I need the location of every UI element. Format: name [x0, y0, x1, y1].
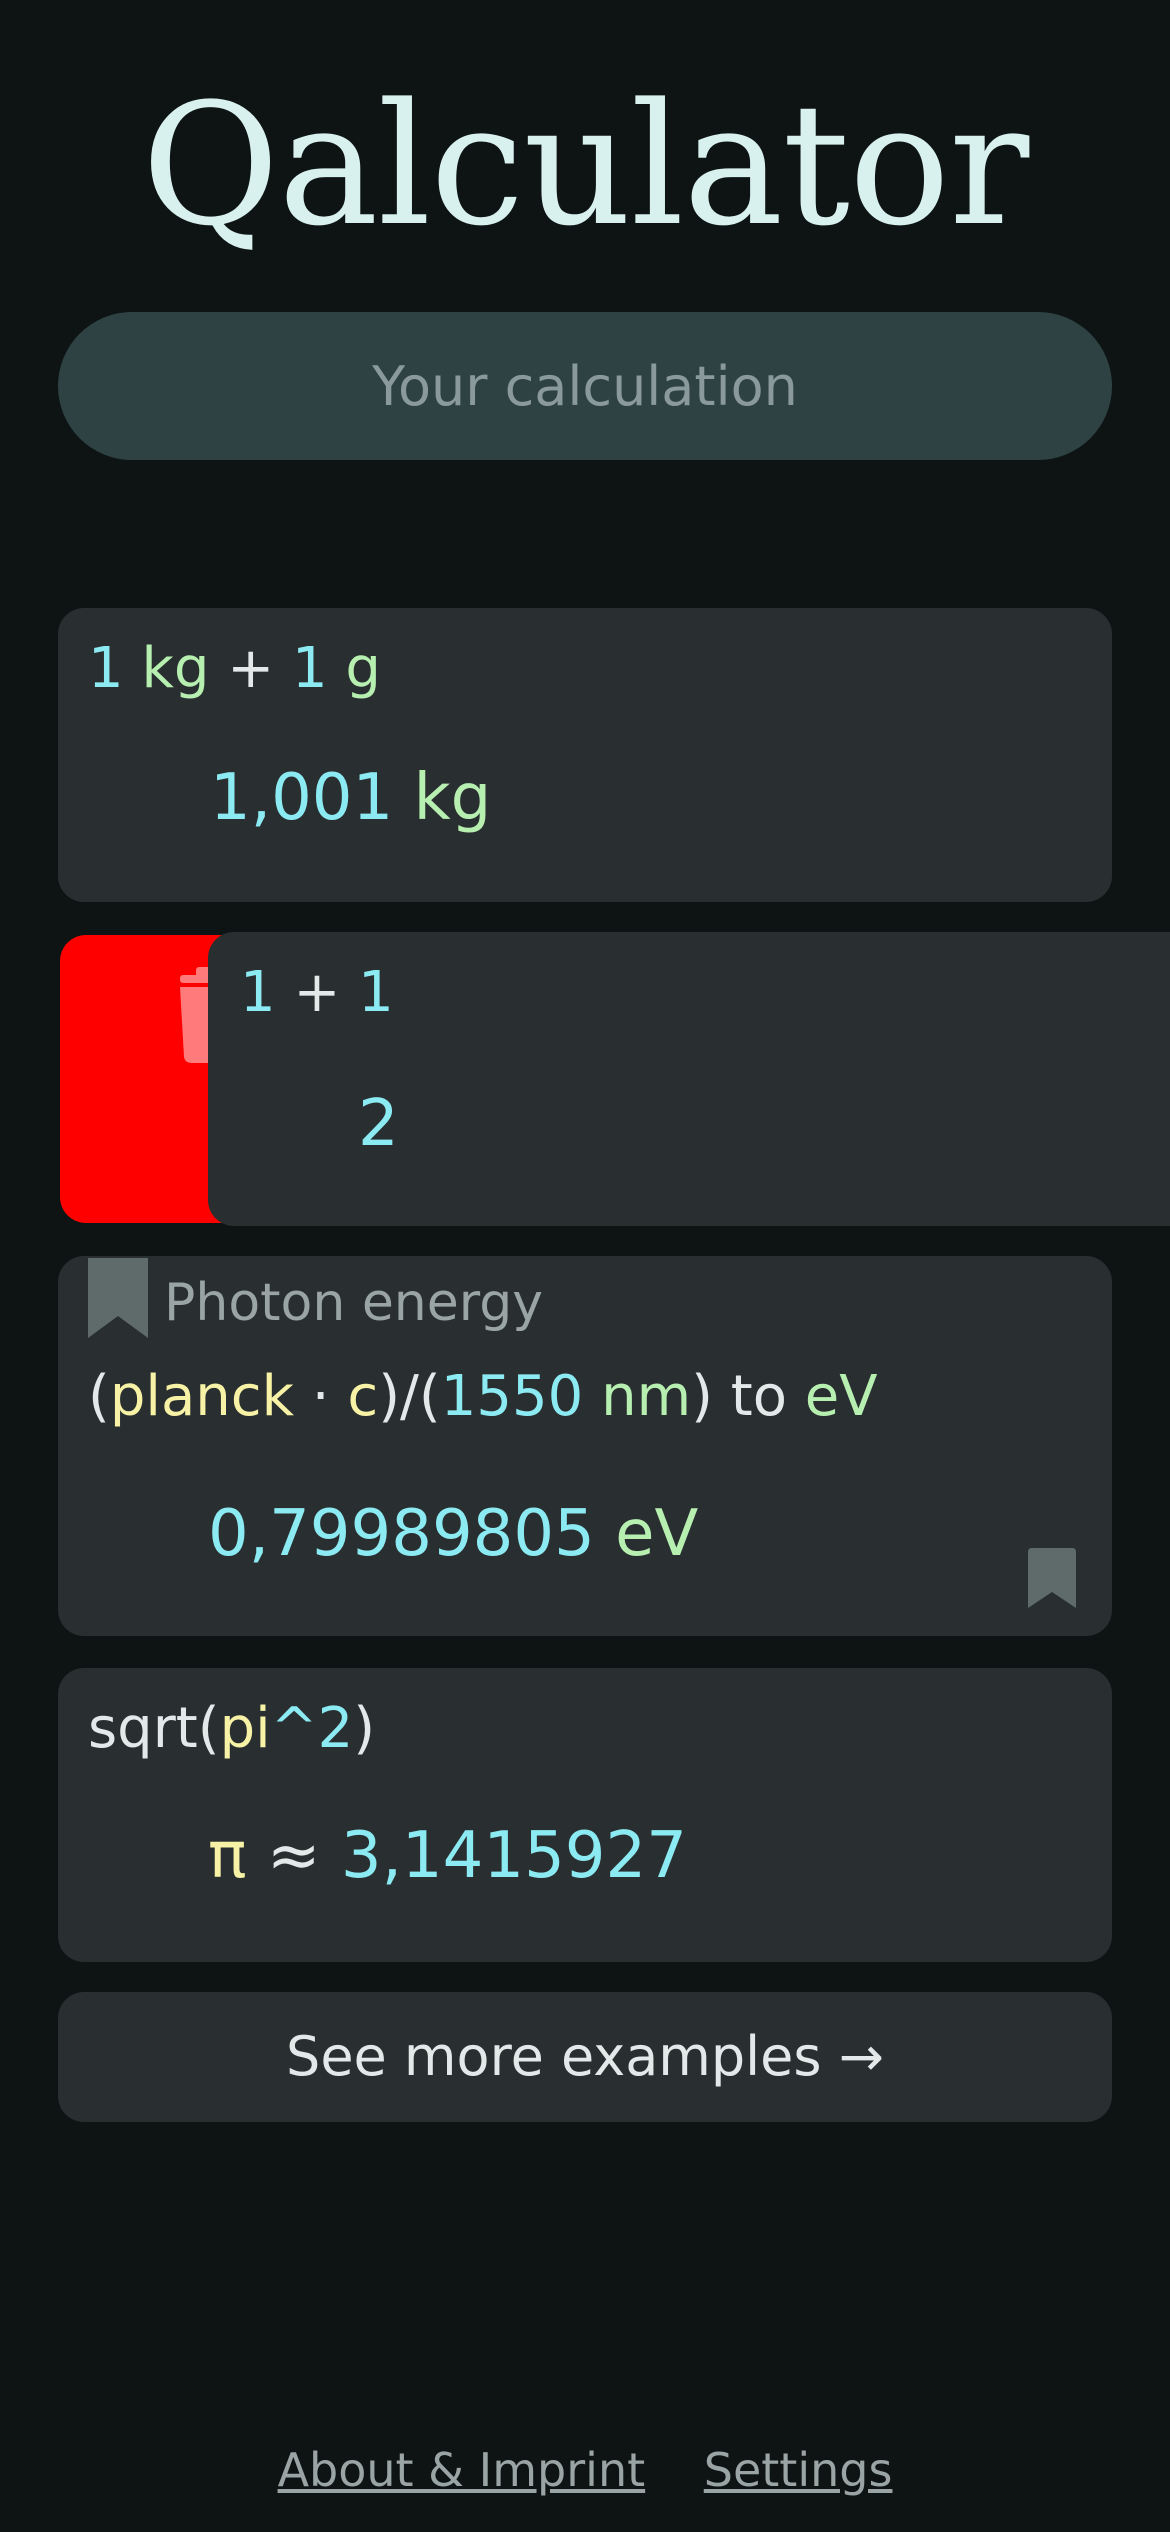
token-const: c — [347, 1364, 379, 1429]
token-unit: kg — [123, 636, 210, 701]
token-op: sqrt( — [88, 1696, 220, 1761]
calculation-input[interactable] — [58, 312, 1112, 460]
token-num: 1 — [88, 636, 124, 701]
history-result: 2 — [358, 1084, 399, 1164]
see-more-examples-button[interactable]: See more examples → — [58, 1992, 1112, 2122]
history-expression: 1 + 1 — [240, 958, 394, 1028]
token-op: ) — [353, 1696, 376, 1761]
token-unit: kg — [393, 761, 492, 835]
history-card[interactable]: 1 + 1 2 — [208, 932, 1170, 1226]
token-unit: eV — [804, 1364, 878, 1429]
token-const: π — [208, 1819, 247, 1893]
token-unit: eV — [594, 1497, 699, 1571]
history-expression: (planck · c)∕(1550 nm) to eV — [88, 1362, 878, 1432]
history-result: π ≈ 3,1415927 — [208, 1816, 687, 1896]
token-op: · — [294, 1364, 348, 1429]
app-title: Qalculator — [141, 67, 1030, 263]
history-card[interactable]: sqrt(pi^2) π ≈ 3,1415927 — [58, 1668, 1112, 1962]
token-num: ^2 — [270, 1696, 354, 1761]
token-num: 1550 — [440, 1364, 584, 1429]
history-expression: sqrt(pi^2) — [88, 1694, 375, 1764]
token-op: ) to — [691, 1364, 805, 1429]
token-num: 0,79989805 — [208, 1497, 595, 1571]
token-unit: nm — [583, 1364, 692, 1429]
token-op: + — [209, 636, 292, 701]
token-num: 2 — [358, 1087, 399, 1161]
footer: About & Imprint Settings — [0, 2440, 1170, 2500]
token-num: 1,001 — [210, 761, 394, 835]
token-op: ≈ — [246, 1819, 341, 1893]
token-num: 1 — [291, 636, 328, 701]
about-imprint-link[interactable]: About & Imprint — [278, 2443, 646, 2497]
settings-link[interactable]: Settings — [704, 2443, 893, 2497]
token-num: 3,1415927 — [340, 1819, 687, 1893]
token-const: pi — [219, 1696, 271, 1761]
token-op: + — [275, 960, 359, 1025]
history-card[interactable]: 1 kg + 1 g 1,001 kg — [58, 608, 1112, 902]
bookmark-label: Photon energy — [164, 1273, 544, 1333]
bookmark-icon — [88, 1258, 148, 1338]
token-num: 1 — [240, 960, 276, 1025]
history-expression: 1 kg + 1 g — [88, 634, 381, 704]
token-unit: g — [327, 636, 381, 701]
bookmark-toggle-icon[interactable] — [1028, 1548, 1076, 1608]
history-card[interactable]: Photon energy (planck · c)∕(1550 nm) to … — [58, 1256, 1112, 1636]
history-result: 0,79989805 eV — [208, 1494, 698, 1574]
token-op: )∕( — [378, 1364, 441, 1429]
token-const: planck — [109, 1364, 294, 1429]
token-op: ( — [88, 1364, 110, 1429]
history-result: 1,001 kg — [210, 758, 491, 838]
token-num: 1 — [358, 960, 394, 1025]
